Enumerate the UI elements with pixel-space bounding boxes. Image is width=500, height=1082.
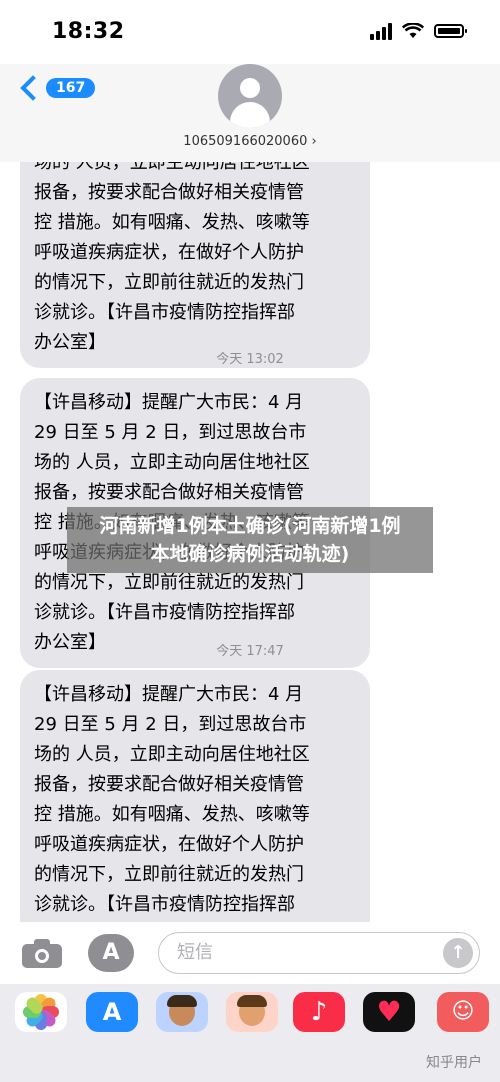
status-icons [370,22,467,40]
message-timestamp: 今天 13:02 [216,352,284,367]
person-icon [240,78,260,98]
message-bubble[interactable]: 【许昌移动】提醒广大市民：4 月 29 日至 5 月 2 日，到过思故台市 场的… [20,670,370,922]
watermark-text: 知乎用户 [426,1055,482,1071]
camera-icon[interactable] [22,938,62,968]
message-timestamp: 今天 17:47 [216,644,284,659]
compose-bar: A ↑ [0,922,500,984]
status-bar: 18:32 [0,0,500,64]
message-field[interactable]: ↑ [158,932,480,974]
title-overlay-banner: 河南新增1例本土确诊(河南新增1例 本地确诊病例活动轨迹) [67,507,433,573]
contact-avatar[interactable] [218,64,282,128]
conversation-header: 167 106509166020060 › [0,64,500,162]
app-drawer: A ♪ ♥ ☺ 知乎用户 [0,984,500,1082]
back-button[interactable]: 167 [18,75,96,101]
cellular-signal-icon [370,22,392,40]
photos-app-icon[interactable] [15,992,67,1032]
banner-line-2: 本地确诊病例活动轨迹) [150,543,350,565]
memoji-app-icon[interactable] [156,992,208,1032]
status-time: 18:32 [52,19,125,44]
send-button[interactable]: ↑ [443,938,473,968]
message-bubble[interactable]: 场的 人员，立即主动向居住地社区 报备，按要求配合做好相关疫情管 控 措施。如有… [20,162,370,368]
unread-count-badge: 167 [46,78,96,98]
chevron-left-icon [20,75,46,101]
music-app-icon[interactable]: ♪ [293,992,345,1032]
battery-icon [434,24,467,38]
animoji-app-icon[interactable] [226,992,278,1032]
banner-line-1: 河南新增1例本土确诊(河南新增1例 [99,515,401,537]
sender-number[interactable]: 106509166020060 › [0,134,500,149]
app-store-button[interactable]: A [88,934,134,972]
app-store-app-icon[interactable]: A [86,992,138,1032]
wifi-icon [402,23,424,38]
sticker-app-icon[interactable]: ☺ [437,992,489,1032]
message-input[interactable] [175,941,419,964]
digital-touch-app-icon[interactable]: ♥ [363,992,415,1032]
